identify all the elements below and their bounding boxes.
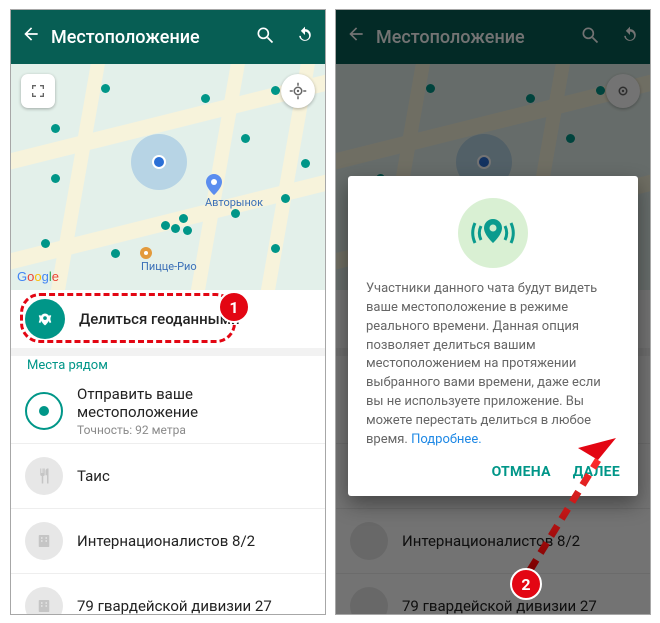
nearby-places-label: Места рядом bbox=[11, 356, 325, 379]
utensils-icon bbox=[25, 457, 63, 495]
place-row[interactable]: 79 гвардейской дивизии 27 bbox=[11, 573, 325, 615]
refresh-button[interactable] bbox=[285, 25, 325, 50]
live-location-dialog: Участники данного чата будут видеть ваше… bbox=[348, 176, 638, 496]
send-location-accuracy: Точность: 92 метра bbox=[77, 423, 311, 437]
map-poi-label[interactable]: Авторынок bbox=[205, 174, 263, 209]
dialog-next-button[interactable]: ДАЛЕЕ bbox=[573, 464, 620, 480]
place-row[interactable]: Таис bbox=[11, 443, 325, 508]
live-location-icon bbox=[458, 198, 528, 268]
map-view[interactable]: Авторынок Пицце-Рио Google bbox=[11, 64, 325, 290]
dialog-message: Участники данного чата будут видеть ваше… bbox=[366, 280, 620, 450]
dialog-cancel-button[interactable]: ОТМЕНА bbox=[492, 464, 551, 480]
share-live-location-label: Делиться геоданными bbox=[79, 310, 240, 328]
screen-title: Местоположение bbox=[51, 27, 245, 48]
send-location-title: Отправить ваше местоположение bbox=[77, 385, 311, 421]
share-live-location-button[interactable]: Делиться геоданными bbox=[11, 290, 325, 348]
back-button[interactable] bbox=[11, 24, 51, 50]
google-logo: Google bbox=[17, 269, 59, 284]
building-icon bbox=[25, 587, 63, 615]
live-location-icon bbox=[25, 299, 65, 339]
target-icon bbox=[25, 392, 63, 430]
place-row[interactable]: Интернационалистов 8/2 bbox=[11, 508, 325, 573]
my-location-button[interactable] bbox=[281, 74, 315, 108]
learn-more-link[interactable]: Подробнее. bbox=[411, 432, 482, 447]
building-icon bbox=[25, 522, 63, 560]
map-poi-label[interactable]: Пицце-Рио bbox=[139, 246, 197, 273]
search-button[interactable] bbox=[245, 25, 285, 50]
phone-screen-2: Местоположение Делиться геоданными Места… bbox=[335, 9, 651, 615]
app-bar: Местоположение bbox=[11, 10, 325, 64]
user-location-indicator bbox=[131, 134, 187, 190]
fullscreen-button[interactable] bbox=[21, 74, 55, 108]
phone-screen-1: Местоположение Авторынок bbox=[10, 9, 326, 615]
send-current-location-button[interactable]: Отправить ваше местоположение Точность: … bbox=[11, 379, 325, 443]
